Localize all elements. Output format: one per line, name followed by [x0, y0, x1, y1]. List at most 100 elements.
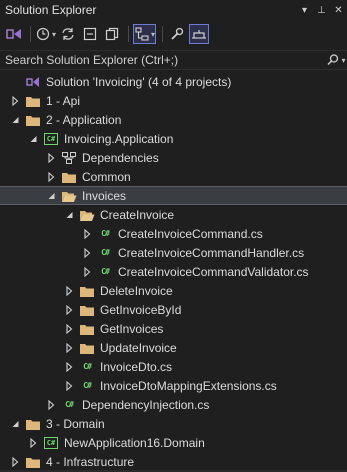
tree-item-label: Common — [82, 169, 131, 184]
csharp-icon: C# — [83, 381, 92, 390]
preview-button[interactable] — [189, 24, 210, 44]
toolbar-separator — [30, 26, 31, 42]
collapse-arrow-icon[interactable] — [9, 418, 21, 430]
sync-with-active-document-button[interactable] — [58, 24, 78, 44]
csharp-icon: C# — [101, 229, 110, 238]
tree-item[interactable]: Solution 'Invoicing' (4 of 4 projects) — [0, 72, 347, 91]
search-input[interactable] — [0, 50, 325, 70]
tree-item-label: 3 - Domain — [46, 416, 105, 431]
tree-item-label: CreateInvoice — [100, 207, 175, 222]
tree-item-label: InvoiceDto.cs — [100, 359, 173, 374]
folder-open-icon — [79, 207, 95, 223]
collapse-arrow-icon[interactable] — [27, 133, 39, 145]
tree-item-label: DependencyInjection.cs — [82, 397, 210, 412]
tree-item[interactable]: GetInvoiceById — [0, 300, 347, 319]
folder-icon — [79, 302, 95, 318]
chevron-down-icon: ▾ — [151, 29, 156, 39]
tree-item[interactable]: Common — [0, 167, 347, 186]
expand-arrow-icon[interactable] — [81, 247, 93, 259]
collapse-arrow-icon[interactable] — [45, 190, 57, 202]
expand-arrow-icon[interactable] — [45, 171, 57, 183]
show-all-files-button[interactable] — [102, 24, 122, 44]
csproj-icon: C# — [43, 435, 59, 451]
csharp-icon: C# — [101, 267, 110, 276]
search-icon[interactable]: ▾ — [325, 53, 347, 67]
tree-item-label: 1 - Api — [46, 93, 81, 108]
tree-item[interactable]: 1 - Api — [0, 91, 347, 110]
wrench-icon — [171, 27, 184, 40]
csharp-icon: C# — [83, 362, 92, 371]
tree-item[interactable]: C# DependencyInjection.cs — [0, 395, 347, 414]
tree-item[interactable]: DeleteInvoice — [0, 281, 347, 300]
tree-item[interactable]: 4 - Infrastructure — [0, 452, 347, 471]
window-position-dropdown-icon[interactable]: ▾ — [296, 5, 313, 16]
solution-tree: Solution 'Invoicing' (4 of 4 projects) 1 … — [0, 72, 347, 471]
chevron-down-icon: ▾ — [341, 55, 346, 65]
tree-item[interactable]: C# CreateInvoiceCommandValidator.cs — [0, 262, 347, 281]
close-icon[interactable]: ✕ — [330, 5, 347, 16]
expand-arrow-icon[interactable] — [63, 304, 75, 316]
collapse-arrow-icon[interactable] — [63, 209, 75, 221]
tree-item-label: 2 - Application — [46, 112, 122, 127]
tree-item-label: UpdateInvoice — [100, 340, 177, 355]
expand-arrow-icon[interactable] — [27, 437, 39, 449]
expand-arrow-icon[interactable] — [81, 266, 93, 278]
expand-arrow-icon[interactable] — [45, 399, 57, 411]
properties-button[interactable] — [167, 24, 187, 44]
tree-item[interactable]: 2 - Application — [0, 110, 347, 129]
tree-item[interactable]: Dependencies — [0, 148, 347, 167]
folder-icon — [61, 169, 77, 185]
show-all-files-icon — [105, 27, 119, 41]
expand-arrow-icon[interactable] — [63, 380, 75, 392]
csharp-icon: C# — [101, 248, 110, 257]
tree-item[interactable]: UpdateInvoice — [0, 338, 347, 357]
tree-item[interactable]: GetInvoices — [0, 319, 347, 338]
tree-item-label: GetInvoiceById — [100, 302, 182, 317]
expand-arrow-icon[interactable] — [63, 361, 75, 373]
tree-item[interactable]: 3 - Domain — [0, 414, 347, 433]
chevron-down-icon: ▾ — [52, 29, 57, 39]
tree-item-label: GetInvoices — [100, 321, 164, 336]
pending-changes-filter-button[interactable]: ▾ — [35, 24, 56, 44]
folder-icon — [25, 93, 41, 109]
dependencies-icon — [61, 150, 77, 166]
collapse-all-icon — [83, 27, 97, 41]
title-bar: Solution Explorer ▾ ⊥ ✕ — [0, 0, 347, 20]
tree-item[interactable]: C# CreateInvoiceCommand.cs — [0, 224, 347, 243]
expand-arrow-icon[interactable] — [63, 342, 75, 354]
preview-pane-icon — [192, 30, 207, 39]
tree-item[interactable]: C# CreateInvoiceCommandHandler.cs — [0, 243, 347, 262]
tree-item[interactable]: Invoices — [0, 186, 347, 205]
tree-item[interactable]: C# Invoicing.Application — [0, 129, 347, 148]
tree-item[interactable]: C# InvoiceDto.cs — [0, 357, 347, 376]
tree-item-label: Invoices — [82, 188, 127, 203]
pin-icon[interactable]: ⊥ — [313, 5, 330, 16]
tree-item-label: Dependencies — [82, 150, 159, 165]
expand-arrow-icon[interactable] — [81, 228, 93, 240]
expand-arrow-icon[interactable] — [9, 456, 21, 468]
tree-item-label: Solution 'Invoicing' (4 of 4 projects) — [46, 74, 232, 89]
tree-item-label: CreateInvoiceCommand.cs — [118, 226, 263, 241]
preview-selected-items-button[interactable]: ▾ — [133, 24, 157, 44]
clock-icon — [36, 27, 50, 41]
expand-arrow-icon[interactable] — [63, 323, 75, 335]
search-bar: ▾ — [0, 50, 347, 70]
tree-item-label: NewApplication16.Domain — [64, 435, 205, 450]
expand-arrow-icon[interactable] — [45, 152, 57, 164]
expand-arrow-icon[interactable] — [9, 95, 21, 107]
csharp-icon: C# — [65, 400, 74, 409]
tree-item[interactable]: CreateInvoice — [0, 205, 347, 224]
window-title: Solution Explorer — [5, 3, 97, 17]
switch-views-button[interactable] — [4, 24, 24, 44]
collapse-all-button[interactable] — [80, 24, 100, 44]
tree-item[interactable]: C# InvoiceDtoMappingExtensions.cs — [0, 376, 347, 395]
collapse-arrow-icon[interactable] — [9, 114, 21, 126]
csproj-icon: C# — [43, 131, 59, 147]
folder-icon — [25, 416, 41, 432]
toolbar-separator — [128, 26, 130, 42]
tree-item[interactable]: C# NewApplication16.Domain — [0, 433, 347, 452]
tree-item-label: InvoiceDtoMappingExtensions.cs — [100, 378, 277, 393]
folder-icon — [79, 283, 95, 299]
tree-item-label: CreateInvoiceCommandValidator.cs — [118, 264, 309, 279]
expand-arrow-icon[interactable] — [63, 285, 75, 297]
